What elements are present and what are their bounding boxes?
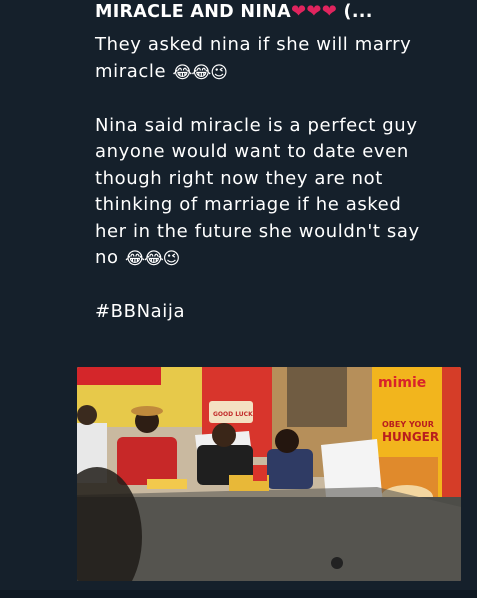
right-margin xyxy=(461,0,477,598)
left-margin xyxy=(0,0,77,598)
sign-line-2: HUNGER xyxy=(382,430,439,444)
line-4: Nina said miracle is a perfect guy xyxy=(95,114,418,136)
sign-brand: mimie xyxy=(378,375,426,391)
tweet-card[interactable]: MIRACLE AND NINA❤❤❤ (... They asked nina… xyxy=(77,0,461,598)
line-6: though right now they are not xyxy=(95,167,383,189)
tweet-title: MIRACLE AND NINA❤❤❤ (... xyxy=(95,1,373,22)
line-8: her in the future she wouldn't say xyxy=(95,220,420,242)
line-2: miracle 😂😂😉 xyxy=(95,59,457,87)
sign-line-1: OBEY YOUR xyxy=(382,420,434,429)
laughing-emoji-icons: 😂😂😉 xyxy=(124,249,180,269)
title-suffix: (... xyxy=(343,2,373,22)
line-5: anyone would want to date even xyxy=(95,141,409,162)
bottom-divider xyxy=(0,590,477,598)
line-7: thinking of marriage if he asked xyxy=(95,194,402,215)
hashtag-link[interactable]: #BBNaija xyxy=(95,299,457,326)
line-1: They asked nina if she will marry xyxy=(95,34,412,55)
laughing-emoji-icons: 😂😂😉 xyxy=(172,62,227,83)
title-text: MIRACLE AND NINA xyxy=(95,2,291,22)
tweet-body: They asked nina if she will marry miracl… xyxy=(95,32,457,326)
line-9: no 😂😂😉 xyxy=(95,245,457,273)
tweet-photo[interactable]: mimie OBEY YOUR HUNGER GOOD LUCK xyxy=(77,367,461,581)
heart-icons: ❤❤❤ xyxy=(290,1,338,22)
good-luck-sign: GOOD LUCK xyxy=(213,411,253,418)
